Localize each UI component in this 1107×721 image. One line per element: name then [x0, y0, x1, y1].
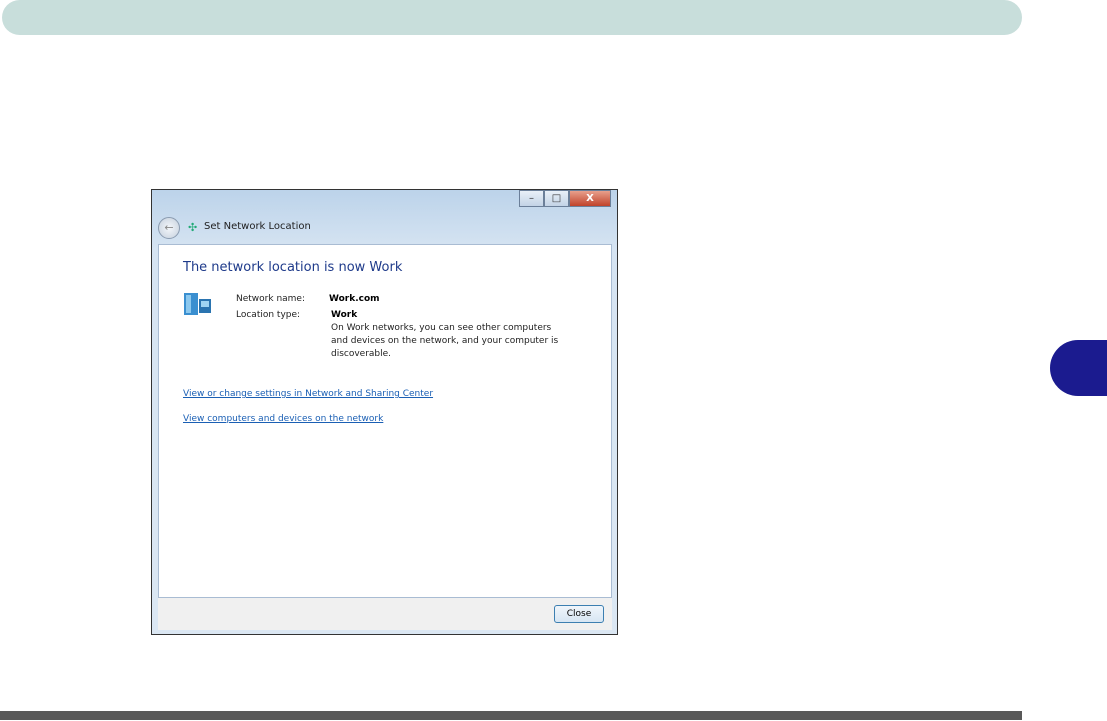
- maximize-button[interactable]: □: [544, 190, 569, 207]
- network-name-label: Network name:: [236, 294, 305, 304]
- button-bar: Close: [158, 598, 612, 630]
- minimize-button[interactable]: –: [519, 190, 544, 207]
- page-heading: The network location is now Work: [183, 260, 403, 275]
- back-button[interactable]: ←: [158, 217, 180, 239]
- location-type-label: Location type:: [236, 310, 301, 320]
- location-type-value: Work: [331, 310, 358, 320]
- content-area: The network location is now Work Network…: [158, 244, 612, 598]
- window-controls: – □ X: [519, 190, 611, 207]
- close-button[interactable]: Close: [554, 605, 604, 623]
- location-description: On Work networks, you can see other comp…: [331, 323, 559, 359]
- close-window-button[interactable]: X: [569, 190, 611, 207]
- page-header-banner: [2, 0, 1022, 35]
- set-network-location-window: – □ X ← ✣ Set Network Location The netwo…: [151, 189, 618, 635]
- chapter-tab: [1050, 340, 1107, 396]
- network-sharing-center-link[interactable]: View or change settings in Network and S…: [183, 389, 433, 399]
- window-title: Set Network Location: [204, 221, 311, 232]
- network-name-value: Work.com: [329, 294, 380, 304]
- page-footer-bar: [0, 711, 1022, 720]
- view-computers-link[interactable]: View computers and devices on the networ…: [183, 414, 383, 424]
- network-computer-icon: [184, 293, 211, 315]
- network-icon: ✣: [188, 221, 198, 234]
